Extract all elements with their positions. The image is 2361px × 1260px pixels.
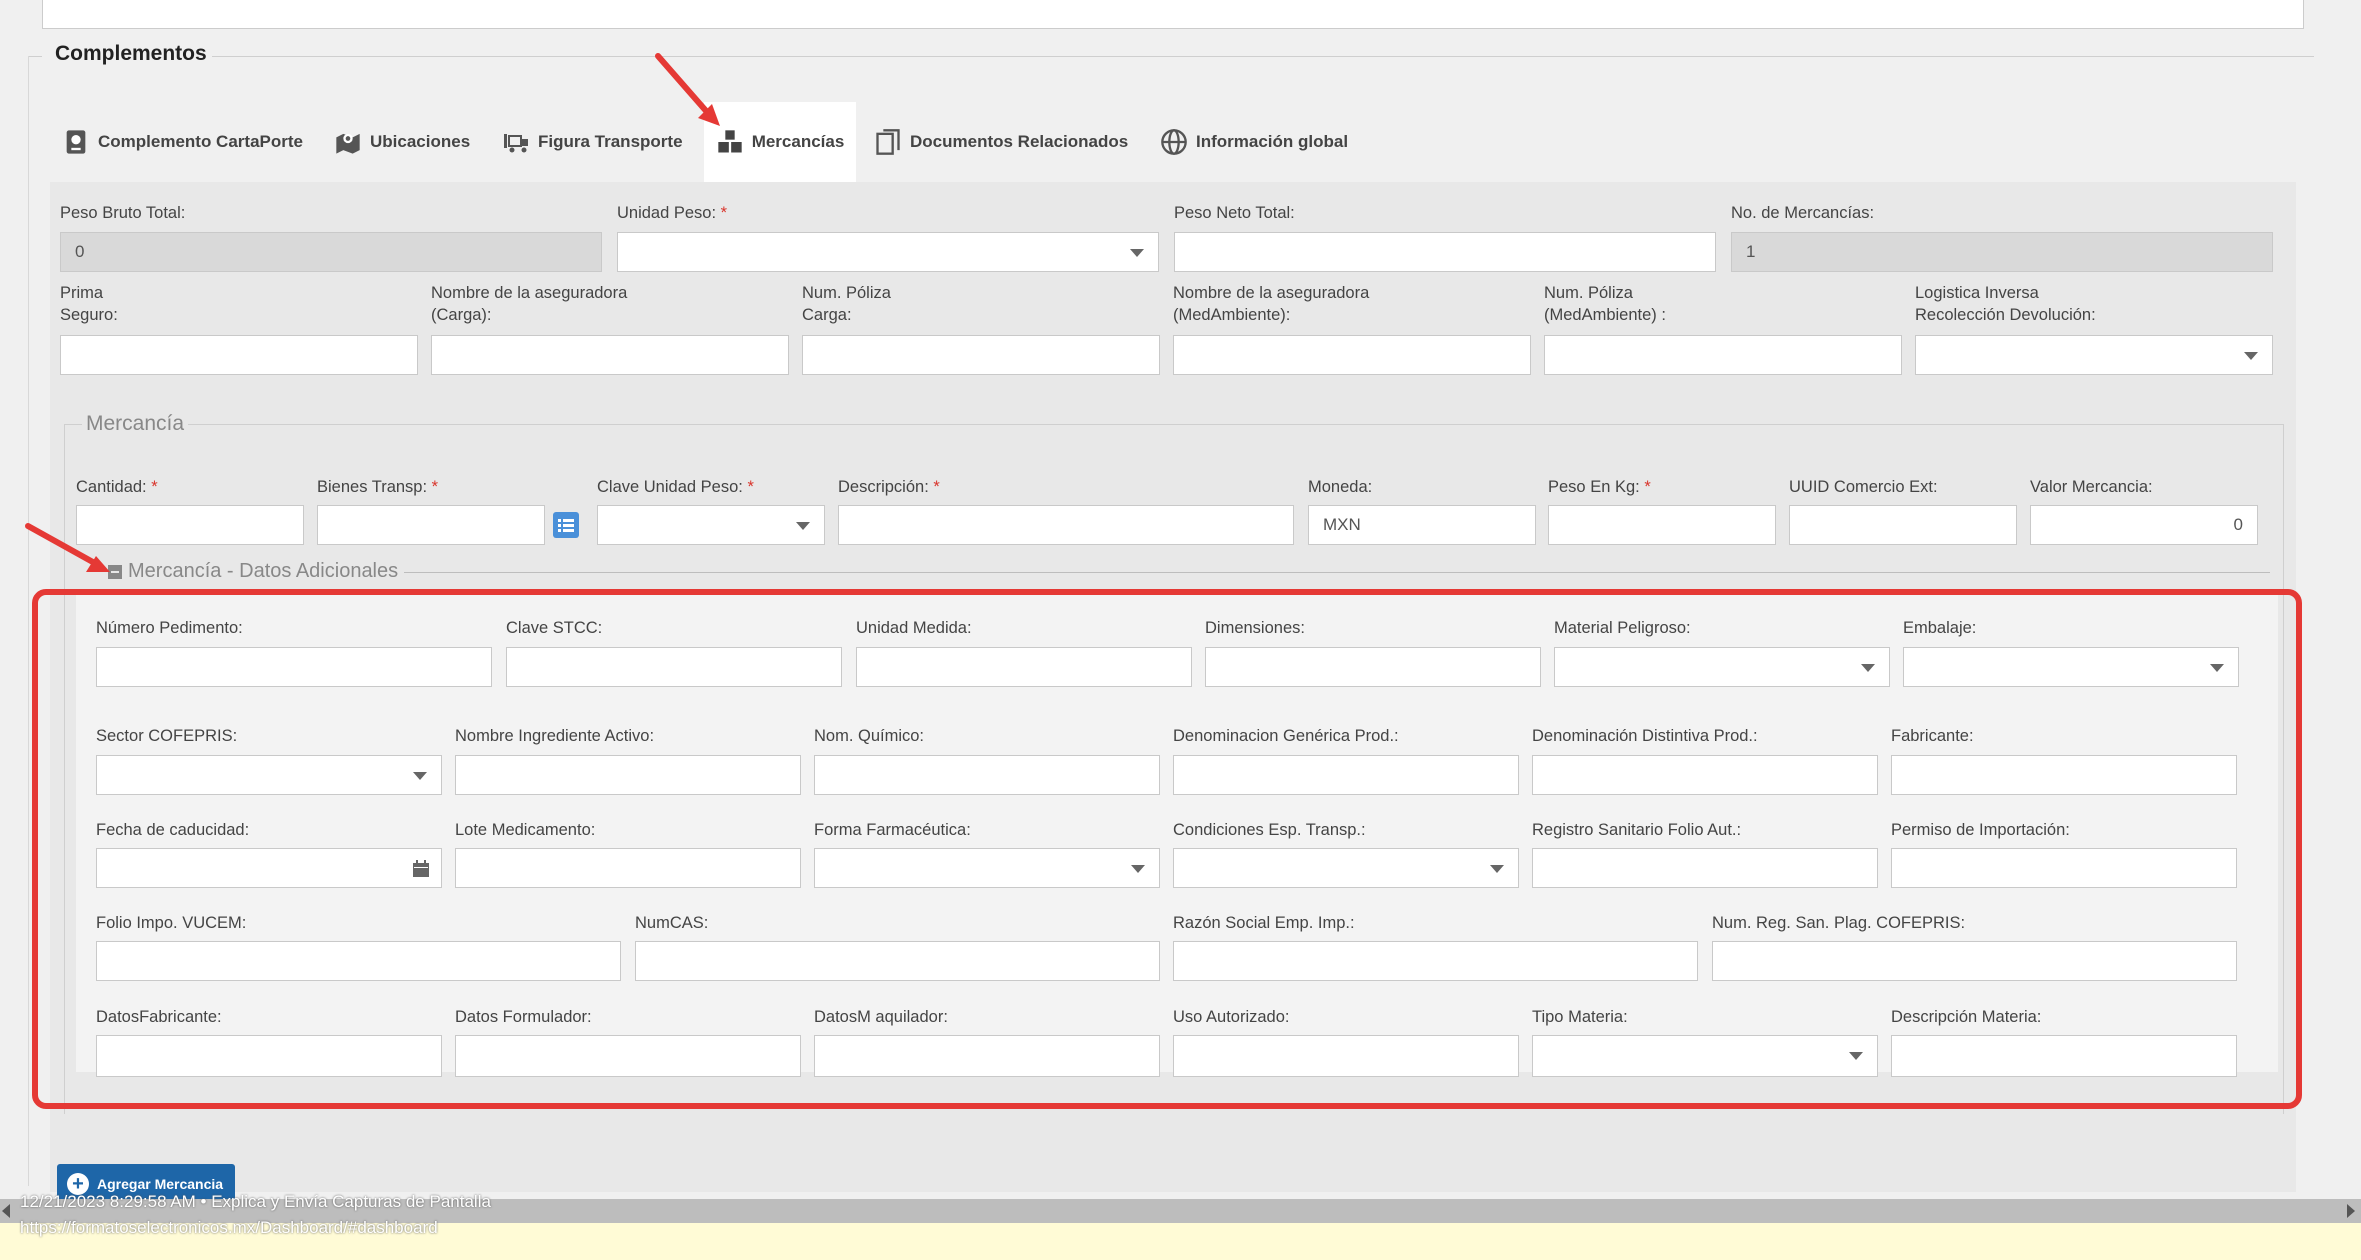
logistica-inversa-select[interactable] (1915, 335, 2273, 375)
list-icon[interactable] (553, 512, 579, 538)
peso-kg-field[interactable] (1548, 505, 1776, 545)
aseguradora-carga-field[interactable] (431, 335, 789, 375)
poliza-med-field[interactable] (1544, 335, 1902, 375)
tab-label: Información global (1196, 132, 1349, 151)
status-url: https://formatoselectronicos.mx/Dashboar… (20, 1218, 438, 1237)
fieldset-border (28, 56, 29, 1186)
valor-mercancia-label: Valor Mercancia: (2030, 478, 2153, 496)
prima-seguro-field[interactable] (60, 335, 418, 375)
peso-bruto-label: Peso Bruto Total: (60, 204, 186, 222)
arrow-annotation (655, 53, 720, 126)
aseguradora-carga-label: Nombre de la aseguradora (Carga): (431, 284, 628, 324)
fieldset-border (212, 56, 2314, 57)
uuid-comercio-field[interactable] (1789, 505, 2017, 545)
aseguradora-med-field[interactable] (1173, 335, 1531, 375)
scroll-right-icon[interactable] (2347, 1204, 2355, 1218)
globe-icon (1161, 129, 1187, 155)
descripcion-label: Descripción: * (838, 478, 940, 496)
tab-complemento-cartaporte[interactable]: Complemento CartaPorte (62, 102, 303, 182)
peso-neto-field[interactable] (1174, 232, 1716, 272)
datos-adicionales-title: Mercancía - Datos Adicionales (128, 560, 399, 582)
datos-adicionales-legend[interactable]: Mercancía - Datos Adicionales (102, 560, 405, 583)
peso-neto-label: Peso Neto Total: (1174, 204, 1295, 222)
moneda-field[interactable]: MXN (1308, 505, 1536, 545)
cantidad-label: Cantidad: * (76, 478, 158, 496)
peso-kg-label: Peso En Kg: * (1548, 478, 1651, 496)
poliza-carga-label: Num. Póliza Carga: (802, 284, 891, 324)
fieldset-border (28, 56, 42, 57)
poliza-carga-field[interactable] (802, 335, 1160, 375)
prima-seguro-label: Prima Seguro: (60, 284, 118, 324)
bienes-transp-label: Bienes Transp: * (317, 478, 439, 496)
tab-documentos-relacionados[interactable]: Documentos Relacionados (874, 102, 1128, 182)
unidad-peso-label: Unidad Peso: * (617, 204, 728, 222)
poliza-med-label: Num. Póliza (MedAmbiente) : (1544, 284, 1666, 324)
highlight-box (32, 589, 2302, 1109)
aseguradora-med-label: Nombre de la aseguradora (MedAmbiente): (1173, 284, 1370, 324)
mercancia-legend: Mercancía (82, 412, 189, 436)
valor-mercancia-field[interactable]: 0 (2030, 505, 2258, 545)
section-title: Complementos (55, 42, 207, 65)
previous-section-box (42, 0, 2304, 29)
status-timestamp: 12/21/2023 8:29:58 AM • Explica y Envía … (20, 1192, 491, 1211)
moneda-label: Moneda: (1308, 478, 1373, 496)
num-mercancias-field[interactable]: 1 (1731, 232, 2273, 272)
tab-label: Figura Transporte (538, 132, 683, 151)
num-mercancias-label: No. de Mercancías: (1731, 204, 1875, 222)
tab-informacion-global[interactable]: Información global (1160, 102, 1348, 182)
clave-unidad-peso-label: Clave Unidad Peso: * (597, 478, 754, 496)
logistica-inversa-label: Logistica Inversa Recolección Devolución: (1915, 284, 2096, 324)
tab-label: Mercancías (751, 132, 845, 151)
bienes-transp-field[interactable] (317, 505, 545, 545)
passport-icon (66, 130, 86, 154)
tab-ubicaciones[interactable]: Ubicaciones (334, 102, 470, 182)
clave-unidad-peso-select[interactable] (597, 505, 825, 545)
map-pin-icon (336, 133, 360, 154)
uuid-comercio-label: UUID Comercio Ext: (1789, 478, 1938, 496)
tab-label: Complemento CartaPorte (98, 132, 303, 151)
unidad-peso-select[interactable] (617, 232, 1159, 272)
tab-label: Ubicaciones (370, 132, 471, 151)
scroll-left-icon[interactable] (2, 1204, 10, 1218)
descripcion-field[interactable] (838, 505, 1294, 545)
peso-bruto-field[interactable]: 0 (60, 232, 602, 272)
tab-label: Documentos Relacionados (910, 132, 1129, 151)
truck-icon (504, 134, 528, 153)
arrow-annotation (25, 523, 110, 572)
add-mercancia-label: Agregar Mercancia (97, 1176, 224, 1192)
documents-icon (876, 129, 900, 155)
fieldset-border (108, 572, 2270, 573)
fieldset-border (64, 424, 2284, 425)
